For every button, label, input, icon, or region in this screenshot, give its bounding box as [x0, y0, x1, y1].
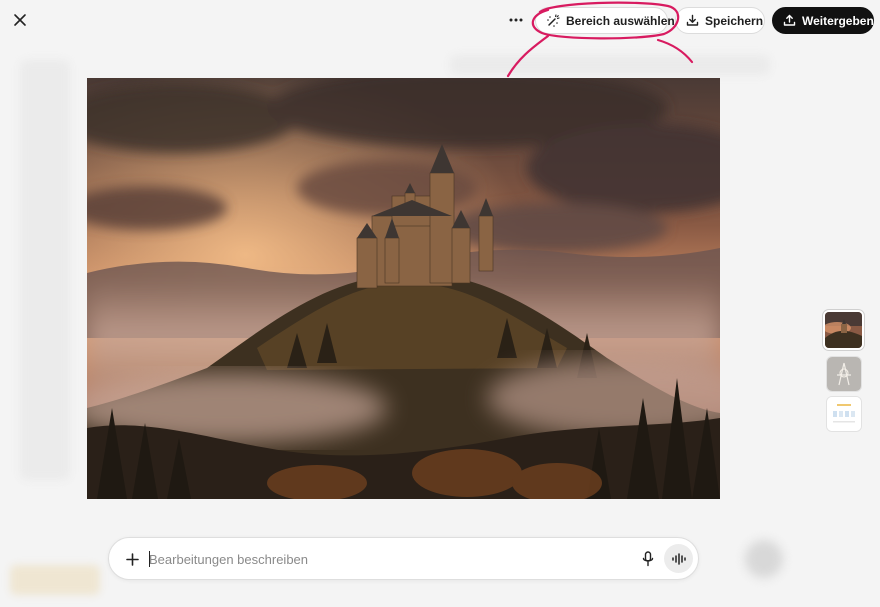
thumbnail-sketch-image [827, 357, 861, 391]
thumbnail-castle[interactable] [823, 310, 864, 350]
thumbnail-document[interactable] [826, 396, 862, 432]
text-cursor [149, 551, 150, 567]
select-area-button[interactable]: Bereich auswählen [535, 7, 675, 34]
download-icon [686, 14, 699, 26]
background-blur [10, 565, 100, 595]
microphone-icon [642, 551, 654, 567]
more-horizontal-icon [509, 18, 523, 22]
background-blur [450, 55, 770, 75]
background-blur [20, 60, 70, 480]
magic-select-icon [547, 13, 560, 27]
share-label: Weitergeben [802, 13, 874, 28]
share-button[interactable]: Weitergeben [772, 7, 874, 34]
edit-description-input[interactable] [149, 548, 619, 570]
waveform-icon [671, 552, 686, 565]
edit-composer [108, 537, 699, 580]
share-upload-icon [783, 14, 796, 26]
plus-icon [125, 552, 139, 566]
castle-illustration [87, 78, 720, 499]
background-blur [745, 540, 783, 578]
add-attachment-button[interactable] [121, 548, 143, 570]
more-options-button[interactable] [503, 8, 529, 32]
select-area-label: Bereich auswählen [566, 13, 675, 28]
thumbnail-castle-image [825, 312, 862, 348]
save-label: Speichern [705, 13, 764, 28]
save-button[interactable]: Speichern [675, 7, 765, 34]
dictation-button[interactable] [637, 548, 659, 570]
main-image [87, 78, 720, 499]
close-icon [14, 14, 26, 26]
close-button[interactable] [8, 8, 32, 32]
thumbnail-document-image [827, 397, 861, 431]
thumbnail-sketch[interactable] [826, 356, 862, 392]
voice-mode-button[interactable] [664, 544, 693, 573]
